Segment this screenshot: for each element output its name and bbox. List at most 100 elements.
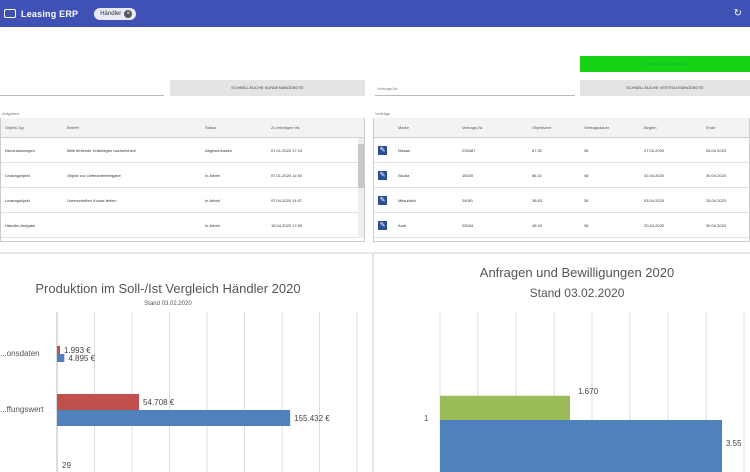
app-logo-icon bbox=[4, 9, 16, 18]
table-cell: 86.31 bbox=[532, 172, 543, 178]
table-cell: 25034 bbox=[462, 222, 474, 228]
edit-icon[interactable]: ✎ bbox=[378, 195, 387, 205]
bar bbox=[57, 354, 65, 362]
table-cell: Skoda bbox=[398, 172, 410, 178]
data-label: 155.432 € bbox=[294, 414, 330, 423]
bar bbox=[440, 420, 722, 472]
contracts-table-header: Marke Vertrags-Nr. Objektwert Vertragsda… bbox=[374, 118, 749, 138]
tasks-table: Objekt-Typ Betreff Status Zu erledigen b… bbox=[0, 118, 365, 242]
table-cell: Nissan bbox=[398, 147, 411, 153]
column-header[interactable]: Status bbox=[201, 125, 267, 130]
quick-search-contracts-button[interactable]: SCHNELLSUCHE VERTRAGSANGEBOTE bbox=[580, 80, 750, 96]
quick-search-offers-button[interactable]: SCHNELLSUCHE KUNDENANGEBOTE bbox=[170, 80, 365, 96]
table-cell: 24091 bbox=[462, 197, 474, 203]
table-cell: 38.63 bbox=[532, 197, 543, 203]
table-row[interactable]: Leasingobjekt Unterschriften Kunde fehle… bbox=[1, 188, 364, 213]
column-header[interactable]: Beginn bbox=[640, 125, 702, 130]
column-header[interactable]: Betreff bbox=[63, 125, 201, 130]
bar bbox=[57, 394, 140, 410]
chart-title: Produktion im Soll-/Ist Vergleich Händle… bbox=[35, 281, 300, 296]
table-cell: Leasingobjekt bbox=[5, 197, 30, 203]
table-cell: Objekt zur Lieferantenfreigabe bbox=[67, 172, 121, 178]
production-chart: Produktion im Soll-/Ist Vergleich Händle… bbox=[0, 281, 358, 472]
table-cell: 26.04.2023 bbox=[706, 197, 727, 203]
data-label: 4.895 € bbox=[68, 354, 95, 363]
table-cell: 36 bbox=[584, 147, 589, 153]
chart-subtitle: Stand 03.02.2020 bbox=[144, 301, 192, 307]
table-cell: 27.03.2020 bbox=[644, 147, 665, 153]
app-title: Leasing ERP bbox=[21, 8, 79, 19]
refresh-icon[interactable]: ↻ bbox=[734, 8, 742, 19]
table-cell: In Arbeit bbox=[205, 222, 220, 228]
category-label: ...ffungswert bbox=[0, 405, 44, 414]
table-cell: Leasingobjekt bbox=[5, 172, 30, 178]
table-cell: 36 bbox=[584, 197, 589, 203]
table-row[interactable]: Händler-Aufgabe In Arbeit 15.04.2020 17:… bbox=[1, 213, 364, 238]
table-cell: 48 bbox=[584, 172, 589, 178]
table-cell: Unterschriften Kunde fehlen bbox=[67, 197, 117, 203]
top-app-bar: Leasing ERP Händler × ↻ bbox=[0, 0, 750, 27]
table-cell: In Arbeit bbox=[205, 172, 220, 178]
category-label: 1 bbox=[424, 414, 429, 423]
user-chip[interactable]: Händler × bbox=[94, 7, 137, 20]
quick-search-plus-button[interactable]: SCHNELLSUCHE PLUS bbox=[580, 56, 750, 72]
data-label: 54.708 € bbox=[143, 398, 175, 407]
table-cell: In Arbeit bbox=[205, 197, 220, 203]
table-cell: 07.01.2020 17:13 bbox=[271, 147, 303, 153]
column-header[interactable]: Zu erledigen bis bbox=[267, 125, 357, 130]
table-row[interactable]: Neuzulassungen Bitte fehlende Unterlagen… bbox=[1, 138, 364, 163]
table-cell: 225487 bbox=[462, 147, 476, 153]
table-cell: 30.04.2023 bbox=[706, 222, 727, 228]
table-cell: Mitsubishi bbox=[398, 197, 416, 203]
table-row[interactable]: Leasingobjekt Objekt zur Lieferantenfrei… bbox=[1, 163, 364, 188]
table-row[interactable]: ✎ Audi 25034 45.20 36 20.04.2020 30.04.2… bbox=[374, 213, 749, 238]
bar bbox=[440, 395, 570, 420]
table-cell: Audi bbox=[398, 222, 407, 228]
table-cell: Abgeschlossen bbox=[205, 147, 233, 153]
edit-icon[interactable]: ✎ bbox=[378, 145, 387, 155]
data-label: 3.55 bbox=[726, 439, 742, 448]
table-cell: 07.04.2020 14:07 bbox=[271, 197, 303, 203]
column-header[interactable]: Ende bbox=[702, 125, 747, 130]
tasks-table-header: Objekt-Typ Betreff Status Zu erledigen b… bbox=[1, 118, 364, 138]
bar bbox=[57, 410, 291, 426]
chart-subtitle: Stand 03.02.2020 bbox=[530, 286, 625, 300]
scroll-thumb[interactable] bbox=[358, 144, 364, 188]
tasks-scrollbar[interactable] bbox=[358, 138, 364, 238]
column-header[interactable]: Objektwert bbox=[528, 125, 580, 130]
table-cell: 15020 bbox=[462, 172, 474, 178]
customer-search-field[interactable] bbox=[0, 80, 164, 96]
category-label: ...onsdaten bbox=[0, 349, 40, 358]
table-row[interactable]: ✎ Skoda 15020 86.31 48 02.04.2020 30.04.… bbox=[374, 163, 749, 188]
table-cell: 07.01.2020 11:45 bbox=[271, 172, 302, 178]
table-row[interactable]: ✎ Mitsubishi 24091 38.63 36 03.04.2020 2… bbox=[374, 188, 749, 213]
user-chip-label: Händler bbox=[100, 10, 122, 17]
table-cell: Händler-Aufgabe bbox=[5, 222, 36, 228]
table-row[interactable]: ✎ Nissan 225487 57.32 36 27.03.2020 26.0… bbox=[374, 138, 749, 163]
chip-close-icon[interactable]: × bbox=[124, 9, 133, 18]
table-cell: 20.04.2020 bbox=[644, 222, 665, 228]
bar bbox=[57, 346, 60, 354]
table-cell: 45.20 bbox=[532, 222, 543, 228]
table-cell: 15.04.2020 17:09 bbox=[271, 222, 303, 228]
column-header[interactable]: Objekt-Typ bbox=[1, 125, 63, 130]
edit-icon[interactable]: ✎ bbox=[378, 170, 387, 180]
data-label: 1.670 bbox=[578, 387, 599, 396]
table-cell: 36 bbox=[584, 222, 589, 228]
edit-icon[interactable]: ✎ bbox=[378, 220, 387, 230]
data-label: 29 bbox=[62, 461, 71, 470]
table-cell: 57.32 bbox=[532, 147, 543, 153]
table-cell: 30.04.2024 bbox=[706, 172, 727, 178]
column-header[interactable]: Marke bbox=[394, 125, 458, 130]
contract-number-field[interactable]: Vertrags-Nr. bbox=[375, 80, 575, 96]
table-cell: 26.03.2023 bbox=[706, 147, 727, 153]
table-cell: 03.04.2020 bbox=[644, 197, 665, 203]
table-cell: Neuzulassungen bbox=[5, 147, 35, 153]
contracts-table: Marke Vertrags-Nr. Objektwert Vertragsda… bbox=[373, 118, 750, 242]
column-header[interactable]: Vertrags-Nr. bbox=[458, 125, 528, 130]
tasks-section-label: Aufgaben bbox=[2, 111, 20, 116]
table-cell: Bitte fehlende Unterlagen nachreichen! bbox=[67, 147, 137, 153]
column-header[interactable]: Vertragsdauer bbox=[580, 125, 640, 130]
requests-chart: Anfragen und Bewilligungen 2020 Stand 03… bbox=[424, 265, 745, 472]
contracts-section-label: Verträge bbox=[375, 111, 391, 116]
